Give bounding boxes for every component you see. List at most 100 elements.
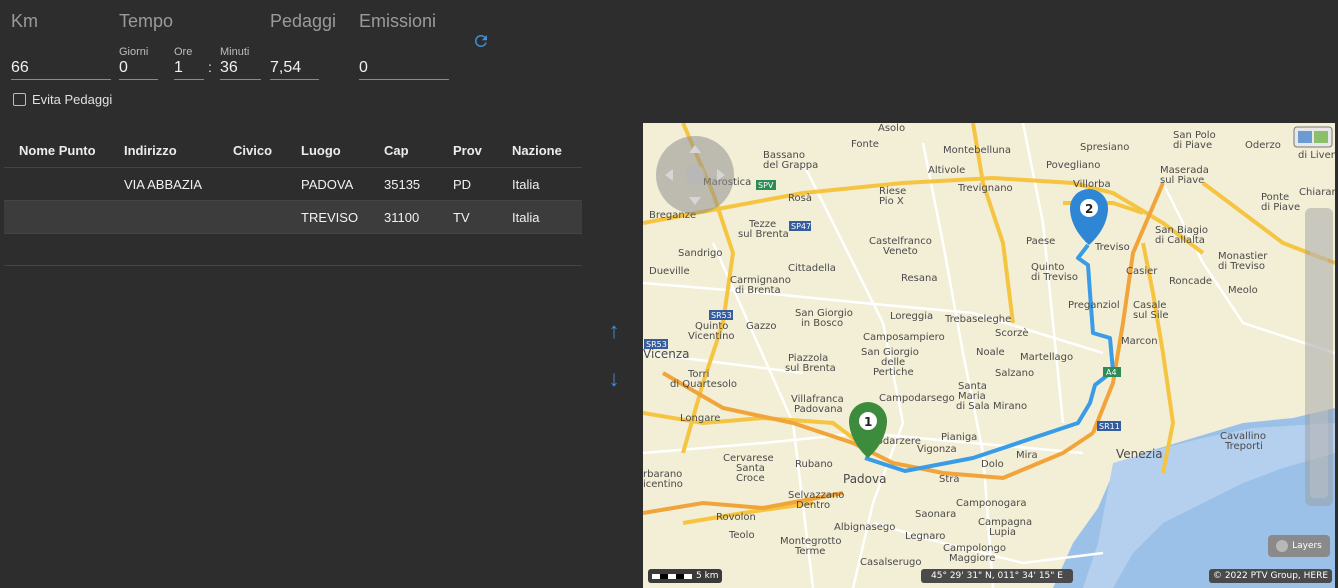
map-label: di Piave <box>1261 202 1300 213</box>
cell <box>109 200 218 234</box>
map-label: Treviso <box>1094 242 1130 253</box>
checkbox[interactable] <box>13 93 26 106</box>
map-label: in Bosco <box>801 318 843 329</box>
cell: VIA ABBAZIA <box>109 167 218 201</box>
col-nome-punto: Nome Punto <box>4 133 109 168</box>
emissioni-field[interactable]: 0 <box>359 59 449 80</box>
layers-icon <box>1276 540 1289 552</box>
cell: 31100 <box>369 200 438 234</box>
map-label: Gazzo <box>746 321 777 332</box>
cell: TV <box>438 200 497 234</box>
map-label: Croce <box>736 473 765 484</box>
map-label: Altivole <box>928 165 965 176</box>
map-label: Loreggia <box>890 311 933 322</box>
map-type-icon[interactable] <box>1293 126 1333 148</box>
cell: PADOVA <box>286 167 369 201</box>
col-cap: Cap <box>369 133 438 168</box>
arrow-down-icon[interactable]: ↓ <box>602 366 626 392</box>
map-label: di Sala <box>956 401 990 412</box>
map-label: sul Sile <box>1133 310 1169 321</box>
giorni-field[interactable]: 0 <box>119 59 158 80</box>
giorni-label: Giorni <box>119 46 149 58</box>
layers-label: Layers <box>1292 541 1322 551</box>
map-label: di Liven <box>1298 150 1335 161</box>
map-label: Pertiche <box>873 367 914 378</box>
map-label: Rubano <box>795 459 833 470</box>
map-label: Preganziol <box>1068 300 1120 311</box>
map-label: Casier <box>1126 266 1158 277</box>
pedaggi-field[interactable]: 7,54 <box>270 59 319 80</box>
cell <box>218 200 286 234</box>
pan-control[interactable] <box>656 136 734 214</box>
road-shield: SPV <box>758 181 774 190</box>
emissioni-label: Emissioni <box>359 11 437 31</box>
map-label: Rovolon <box>716 512 756 523</box>
map-label: Resana <box>901 273 937 284</box>
map-label: di Brenta <box>735 285 781 296</box>
map-label: Povegliano <box>1046 160 1100 171</box>
map-label: Camponogara <box>956 498 1027 509</box>
map-label: Paese <box>1026 236 1055 247</box>
map-label: di Quartesolo <box>670 379 737 390</box>
map-label: Pio X <box>879 196 904 207</box>
map-label: sul Piave <box>1160 175 1204 186</box>
map-label: Stra <box>939 474 960 485</box>
ore-field[interactable]: 1 <box>174 59 204 80</box>
arrow-up-icon[interactable]: ↑ <box>602 318 626 344</box>
col-nazione: Nazione <box>497 133 582 168</box>
map-label: Martellago <box>1020 352 1073 363</box>
copyright: © 2022 PTV Group, HERE <box>1209 569 1332 583</box>
cell: PD <box>438 167 497 201</box>
map-label: Pianiga <box>941 432 977 443</box>
map-label: Marcon <box>1121 336 1158 347</box>
map-label: Longare <box>680 413 720 424</box>
map-label: Fonte <box>851 139 879 150</box>
map-label: Scorzè <box>995 327 1028 339</box>
table-header-row: Nome Punto Indirizzo Civico Luogo Cap Pr… <box>4 133 582 168</box>
map-label: Vicentino <box>688 331 735 342</box>
table-row[interactable]: VIA ABBAZIA PADOVA 35135 PD Italia <box>4 167 582 201</box>
km-label: Km <box>11 11 38 31</box>
road-shield: A4 <box>1106 368 1117 377</box>
km-field[interactable]: 66 <box>11 59 111 80</box>
map-label: Chiarano <box>1299 187 1335 198</box>
map-label: Vigonza <box>917 444 957 455</box>
map-label: Lupia <box>989 527 1016 538</box>
tempo-label: Tempo <box>119 11 174 31</box>
table-row[interactable]: TREVISO 31100 TV Italia <box>4 200 582 234</box>
map-label: Trebaseleghe <box>944 314 1011 325</box>
map-label: Noale <box>976 347 1005 358</box>
map-label: Spresiano <box>1080 142 1129 153</box>
cell: 35135 <box>369 167 438 201</box>
map-canvas[interactable]: Asolo Montebelluna Spresiano San Polo di… <box>643 123 1335 588</box>
map-label: Cittadella <box>788 263 836 274</box>
route-map[interactable]: Asolo Montebelluna Spresiano San Polo di… <box>643 123 1335 588</box>
map-label: Roncade <box>1169 276 1212 287</box>
coordinates-readout: 45° 29' 31" N, 011° 34' 15" E <box>921 569 1073 583</box>
map-label: sul Brenta <box>738 229 789 240</box>
map-label: di Treviso <box>1218 261 1265 272</box>
cell: Italia <box>497 200 582 234</box>
scale-label: 5 km <box>696 571 719 581</box>
map-label: Camposampiero <box>863 332 945 343</box>
refresh-icon[interactable] <box>472 32 490 50</box>
map-label: di Callalta <box>1155 235 1205 246</box>
marker-start-label: 1 <box>864 415 872 429</box>
evita-pedaggi-toggle[interactable]: Evita Pedaggi <box>13 92 112 107</box>
map-label: Mirano <box>993 401 1027 412</box>
cell: Italia <box>497 167 582 201</box>
map-label: Casalserugo <box>860 557 922 568</box>
road-shield: SR53 <box>646 340 667 349</box>
col-indirizzo: Indirizzo <box>109 133 218 168</box>
col-civico: Civico <box>218 133 286 168</box>
map-label: Campodarsego <box>879 393 955 404</box>
minuti-field[interactable]: 36 <box>220 59 261 80</box>
cell <box>4 200 109 234</box>
map-label: Dentro <box>796 500 830 511</box>
marker-end-label: 2 <box>1085 202 1093 216</box>
map-label: Albignasego <box>834 522 895 533</box>
map-label: Teolo <box>728 530 755 541</box>
layers-button[interactable]: Layers <box>1268 535 1330 557</box>
zoom-slider[interactable] <box>1305 208 1333 506</box>
waypoints-table: Nome Punto Indirizzo Civico Luogo Cap Pr… <box>4 133 582 234</box>
